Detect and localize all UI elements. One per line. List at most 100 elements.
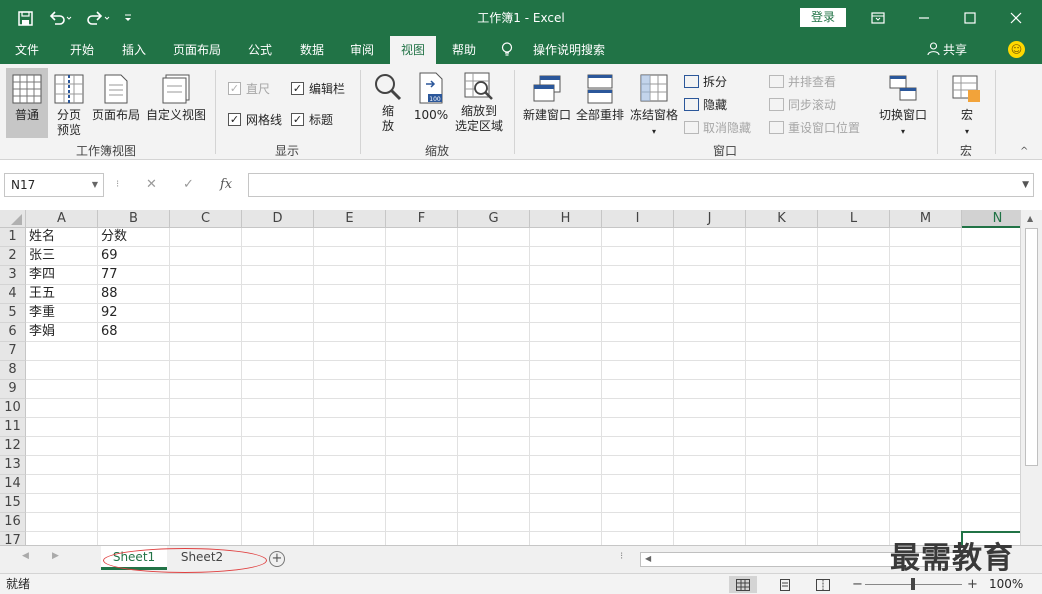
cell[interactable] (674, 418, 746, 437)
cell[interactable] (962, 342, 1020, 361)
cell[interactable] (314, 418, 386, 437)
cell[interactable] (386, 494, 458, 513)
cell[interactable] (962, 361, 1020, 380)
arrange-all-button[interactable]: 全部重排 (574, 68, 626, 138)
cell[interactable] (314, 247, 386, 266)
cell[interactable] (746, 532, 818, 545)
cell[interactable] (26, 437, 98, 456)
cell[interactable] (314, 437, 386, 456)
cell[interactable] (746, 437, 818, 456)
cell[interactable] (890, 323, 962, 342)
cell[interactable] (962, 380, 1020, 399)
cell[interactable] (386, 418, 458, 437)
column-header[interactable]: M (890, 210, 962, 228)
cell[interactable] (890, 475, 962, 494)
cell[interactable] (386, 342, 458, 361)
cell[interactable] (314, 513, 386, 532)
cell[interactable] (170, 380, 242, 399)
cell[interactable] (26, 494, 98, 513)
cell[interactable] (26, 532, 98, 545)
cell[interactable] (458, 532, 530, 545)
cell[interactable] (962, 247, 1020, 266)
cell[interactable] (458, 380, 530, 399)
cell[interactable] (962, 475, 1020, 494)
cell[interactable] (602, 228, 674, 247)
cell[interactable] (962, 437, 1020, 456)
headings-checkbox[interactable]: ✓ 标题 (291, 111, 333, 128)
cell[interactable] (242, 532, 314, 545)
cell[interactable] (458, 304, 530, 323)
cell[interactable] (746, 361, 818, 380)
cell[interactable] (674, 304, 746, 323)
cell[interactable] (818, 285, 890, 304)
cell[interactable]: 李娟 (26, 323, 98, 342)
cell[interactable] (890, 342, 962, 361)
cell[interactable] (530, 285, 602, 304)
tab-review[interactable]: 审阅 (340, 36, 384, 64)
cell[interactable] (674, 475, 746, 494)
cell[interactable] (170, 418, 242, 437)
switch-windows-button[interactable]: 切换窗口 ▾ (876, 68, 930, 138)
share-button[interactable]: 共享 (927, 36, 967, 64)
cell[interactable] (242, 475, 314, 494)
cell[interactable] (386, 380, 458, 399)
cell[interactable] (386, 247, 458, 266)
zoom-out-button[interactable]: − (852, 574, 863, 594)
cell[interactable] (170, 437, 242, 456)
row-header[interactable]: 16 (0, 513, 26, 532)
page-break-status-icon[interactable] (809, 576, 837, 593)
cell[interactable] (602, 399, 674, 418)
cell[interactable] (458, 285, 530, 304)
cell[interactable] (242, 456, 314, 475)
normal-view-status-icon[interactable] (729, 576, 757, 593)
ruler-checkbox[interactable]: ✓ 直尺 (228, 80, 270, 97)
chevron-down-icon[interactable]: ▼ (92, 174, 98, 196)
cell[interactable] (962, 456, 1020, 475)
chevron-down-icon[interactable]: ▼ (1022, 174, 1029, 196)
cell[interactable]: 92 (98, 304, 170, 323)
cell[interactable] (890, 513, 962, 532)
cell[interactable] (242, 247, 314, 266)
row-header[interactable]: 5 (0, 304, 26, 323)
row-header[interactable]: 7 (0, 342, 26, 361)
cell[interactable] (674, 513, 746, 532)
feedback-smiley-icon[interactable]: ☺ (1008, 41, 1025, 58)
cell[interactable] (458, 418, 530, 437)
column-header[interactable]: A (26, 210, 98, 228)
cell[interactable] (458, 399, 530, 418)
cell[interactable] (602, 380, 674, 399)
cell[interactable] (746, 513, 818, 532)
row-header[interactable]: 15 (0, 494, 26, 513)
cell[interactable] (314, 266, 386, 285)
freeze-panes-button[interactable]: 冻结窗格 ▾ (628, 68, 680, 138)
cell[interactable] (242, 285, 314, 304)
tab-page-layout[interactable]: 页面布局 (166, 36, 228, 64)
cell[interactable]: 88 (98, 285, 170, 304)
cell[interactable] (674, 323, 746, 342)
cell[interactable] (386, 361, 458, 380)
cell[interactable] (746, 494, 818, 513)
cell[interactable] (314, 399, 386, 418)
cell[interactable] (962, 228, 1020, 247)
cell[interactable] (314, 361, 386, 380)
row-header[interactable]: 10 (0, 399, 26, 418)
cell[interactable] (530, 475, 602, 494)
cell[interactable] (746, 418, 818, 437)
cell[interactable] (746, 380, 818, 399)
page-break-preview-button[interactable]: 分页 预览 (50, 68, 88, 138)
cell[interactable] (530, 304, 602, 323)
row-header[interactable]: 1 (0, 228, 26, 247)
cell[interactable] (530, 399, 602, 418)
cell[interactable] (674, 380, 746, 399)
cell[interactable] (242, 494, 314, 513)
spreadsheet-grid[interactable]: A B C D E F G H I J K L M N 1 姓名 分数 2 张三 69 3 李四 77 4 王五 88 5 李重 92 6… (0, 210, 1020, 545)
cell[interactable] (746, 342, 818, 361)
cell[interactable] (98, 380, 170, 399)
cell[interactable] (962, 399, 1020, 418)
page-layout-view-button[interactable]: 页面布局 (90, 68, 142, 138)
cell[interactable] (386, 304, 458, 323)
cell[interactable] (674, 266, 746, 285)
cell[interactable] (170, 513, 242, 532)
row-header[interactable]: 14 (0, 475, 26, 494)
cell[interactable] (458, 513, 530, 532)
